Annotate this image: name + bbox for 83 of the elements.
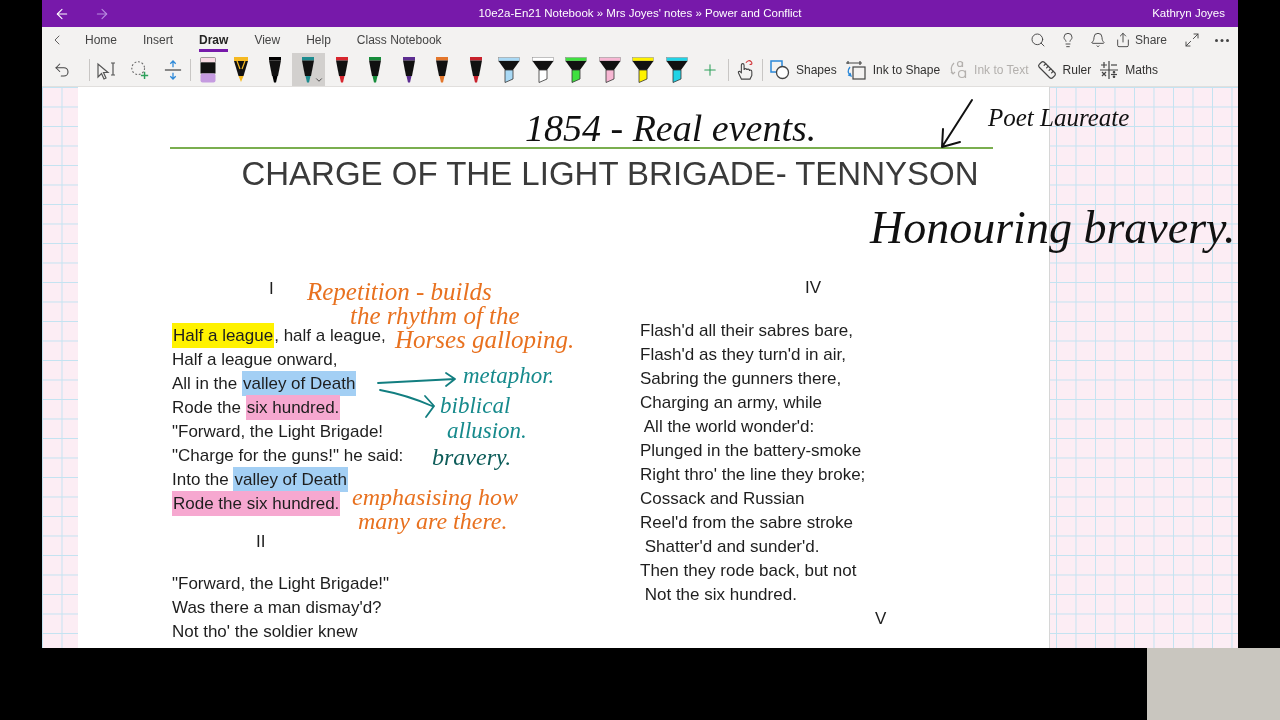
ink-to-shape-button[interactable]: Ink to Shape	[840, 54, 945, 85]
poem-line: Not the six hundred.	[643, 584, 797, 606]
poem-line: All in the valley of Death	[172, 372, 357, 396]
poem-line: Reel'd from the sabre stroke	[640, 512, 853, 534]
section-numeral: II	[256, 531, 266, 553]
ribbon-tab[interactable]: Home	[72, 27, 130, 53]
handwritten-note: biblical	[440, 393, 511, 418]
handwritten-note: many are there.	[358, 509, 508, 533]
ribbon-tab[interactable]: View	[241, 27, 294, 53]
poem-line: Flash'd as they turn'd in air,	[640, 344, 846, 366]
user-name: Kathryn Joyes	[1152, 5, 1225, 21]
poem-line: "Forward, the Light Brigade!"	[172, 573, 390, 595]
more-icon	[1215, 38, 1229, 42]
poem-line: Rode the six hundred.	[172, 396, 341, 420]
pen-icon	[434, 56, 451, 83]
ribbon-tab[interactable]: Insert	[130, 27, 187, 53]
pencil-icon	[233, 56, 250, 83]
pen-tool-button[interactable]	[291, 53, 325, 86]
poem-line: All the world wonder'd:	[642, 416, 815, 438]
pen-icon	[467, 56, 484, 83]
highlighter-icon	[498, 56, 521, 83]
handwritten-note: Repetition - builds	[307, 280, 492, 304]
poem-line: Flash'd all their sabres bare,	[640, 320, 853, 342]
ruler-icon	[1036, 59, 1057, 80]
bell-icon	[1090, 32, 1106, 48]
handwritten-note: Poet Laureate	[988, 104, 1130, 132]
window-title: 10e2a-En21 Notebook » Mrs Joyes' notes » Power and Conflict	[478, 5, 802, 21]
pen-icon	[300, 56, 317, 83]
poem-line: Right thro' the line they broke;	[640, 464, 866, 486]
section-numeral: I	[269, 278, 274, 300]
ink-to-shape-icon	[844, 59, 867, 80]
handwritten-note: bravery.	[432, 445, 512, 469]
poem-line: Into the valley of Death	[172, 468, 348, 492]
search-icon	[1030, 32, 1046, 48]
ribbon-tab[interactable]: Class Notebook	[343, 27, 455, 53]
caret-icon	[314, 75, 324, 85]
ink-to-text-icon	[948, 59, 969, 80]
pen-icon	[333, 56, 350, 83]
shapes-icon	[770, 59, 790, 80]
pen-icon	[266, 56, 283, 83]
section-numeral: IV	[805, 277, 822, 299]
handwritten-note: allusion.	[447, 418, 527, 443]
expand-icon	[1184, 32, 1200, 48]
poem-line: Half a league onward,	[172, 349, 338, 371]
pen-icon	[400, 56, 417, 83]
poem-line: Sabring the gunners there,	[640, 368, 842, 390]
highlighter-icon	[598, 56, 621, 83]
handwritten-note: Honouring bravery.	[870, 201, 1236, 255]
section-numeral: V	[875, 608, 887, 630]
maths-button[interactable]: Maths	[1095, 54, 1162, 85]
highlighter-icon	[632, 56, 655, 83]
poem-line: Plunged in the battery-smoke	[640, 440, 862, 462]
poem-line: Shatter'd and sunder'd.	[643, 536, 820, 558]
ribbon-tab[interactable]: Help	[293, 27, 344, 53]
undo-icon	[53, 60, 71, 79]
poem-line: Then they rode back, but not	[640, 560, 857, 582]
page-title: CHARGE OF THE LIGHT BRIGADE- TENNYSON	[240, 154, 980, 194]
lasso-select-icon	[129, 59, 150, 80]
shapes-button[interactable]: Shapes	[766, 54, 841, 85]
maths-icon	[1099, 59, 1120, 80]
eraser-icon	[199, 56, 216, 83]
poem-line: Not tho' the soldier knew	[172, 621, 358, 643]
highlighter-icon	[665, 56, 688, 83]
poem-line: Was there a man dismay'd?	[172, 597, 382, 619]
share-icon	[1115, 32, 1131, 48]
handwritten-note: Horses galloping.	[395, 328, 575, 352]
poem-line: Cossack and Russian	[640, 488, 805, 510]
poem-line: Charging an army, while	[640, 392, 823, 414]
cursor-select-icon	[95, 59, 118, 80]
pen-icon	[367, 56, 384, 83]
handwritten-note: emphasising how	[352, 485, 518, 509]
hand-pointer-icon	[735, 58, 755, 81]
ink-arrow	[938, 97, 976, 151]
add-space-icon	[163, 59, 182, 80]
ruler-button[interactable]: Ruler	[1032, 54, 1096, 85]
handwritten-note: metaphor.	[463, 364, 555, 388]
poem-line: "Charge for the guns!" he said:	[172, 445, 404, 467]
highlighter-icon	[531, 56, 554, 83]
highlighter-icon	[565, 56, 588, 83]
handwritten-note: 1854 - Real events.	[525, 108, 817, 148]
lightbulb-icon	[1060, 32, 1076, 48]
share-button[interactable]: Share	[1113, 27, 1177, 53]
poem-line: "Forward, the Light Brigade!	[172, 421, 384, 443]
